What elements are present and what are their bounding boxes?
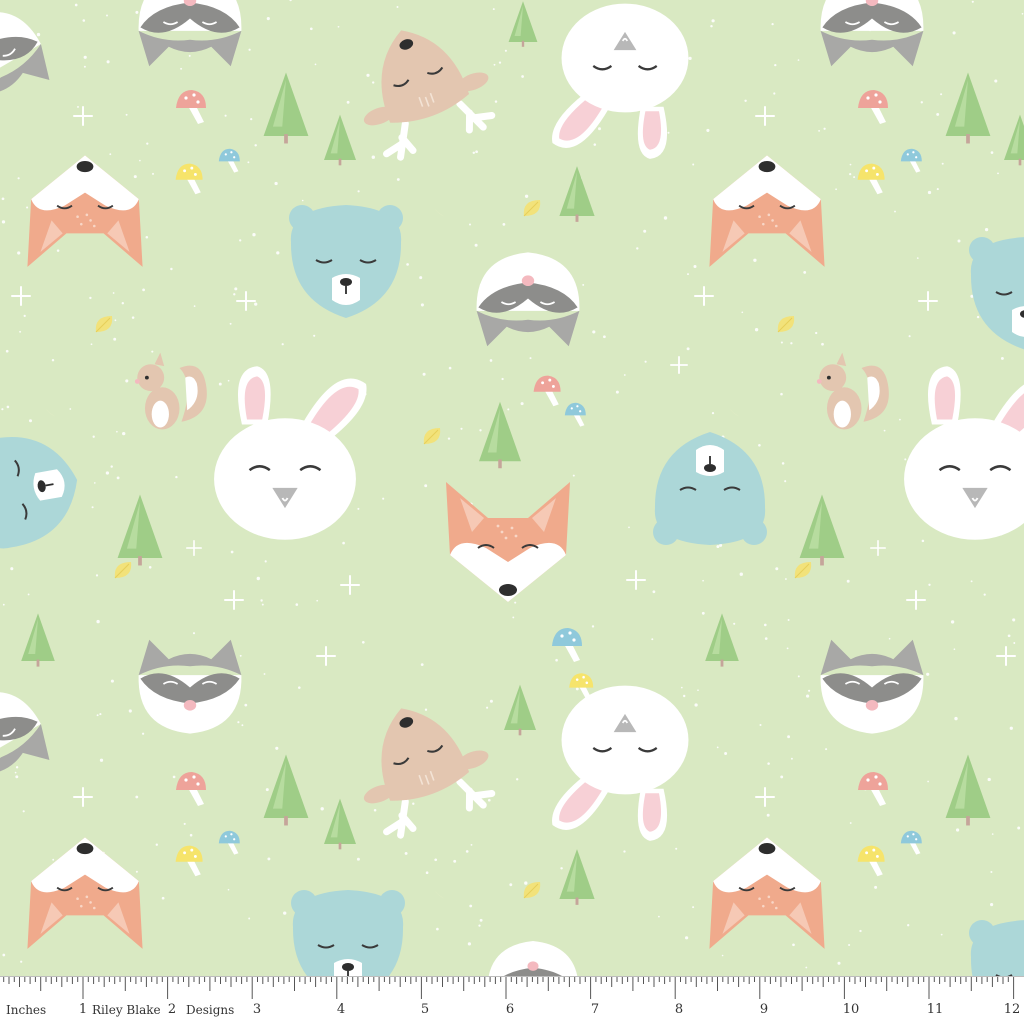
ruler-number: 8	[674, 1002, 684, 1017]
fabric-swatch: Inches Riley Blake Designs 1 2 3 4 5 6 7…	[0, 0, 1024, 1024]
ruler-number: 5	[420, 1002, 430, 1017]
measuring-ruler: Inches Riley Blake Designs 1 2 3 4 5 6 7…	[0, 976, 1024, 1024]
ruler-number: 9	[759, 1002, 769, 1017]
ruler-label-inches: Inches	[6, 1003, 47, 1017]
ruler-label-brand: Riley Blake	[92, 1003, 161, 1017]
fabric-background	[0, 0, 1024, 976]
ruler-label-designs: Designs	[186, 1003, 235, 1017]
ruler-number: 11	[926, 1002, 944, 1017]
ruler-number: 2	[167, 1002, 177, 1017]
ruler-number: 1	[78, 1002, 88, 1017]
ruler-number: 4	[336, 1002, 346, 1017]
ruler-number: 10	[842, 1002, 860, 1017]
ruler-number: 12	[1003, 1002, 1021, 1017]
woodland-animal-pattern	[0, 0, 1024, 976]
ruler-number: 6	[505, 1002, 515, 1017]
ruler-number: 7	[590, 1002, 600, 1017]
ruler-number: 3	[252, 1002, 262, 1017]
